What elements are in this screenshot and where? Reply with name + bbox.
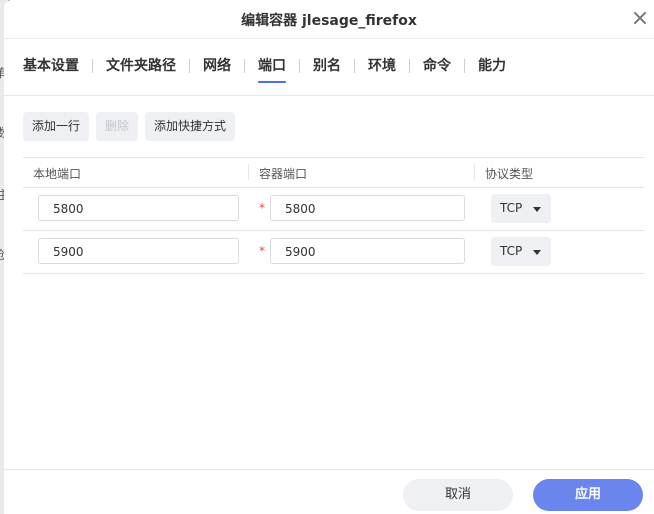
close-icon[interactable] xyxy=(632,10,648,26)
table-header: 本地端口 容器端口 协议类型 xyxy=(23,157,644,188)
dialog-title: 编辑容器 jlesage_firefox xyxy=(241,13,417,29)
header-container-port: 容器端口 xyxy=(259,167,308,181)
cancel-button[interactable]: 取消 xyxy=(403,479,513,511)
divider xyxy=(4,38,654,39)
divider xyxy=(4,95,654,96)
port-table: 本地端口 容器端口 协议类型 5800 * 5800 TCP 5900 * 59… xyxy=(23,157,644,274)
edit-container-dialog: 编辑容器 jlesage_firefox 基本设置 文件夹路径 网络 端口 别名… xyxy=(4,0,654,514)
column-divider xyxy=(474,164,475,180)
chevron-down-icon xyxy=(533,250,541,255)
tab-ports[interactable]: 端口 xyxy=(245,56,299,83)
table-row: 5800 * 5800 TCP xyxy=(23,188,644,231)
active-tab-indicator xyxy=(258,81,286,83)
tab-aliases[interactable]: 别名 xyxy=(300,56,354,76)
container-port-input[interactable]: 5800 xyxy=(270,195,465,221)
tab-network[interactable]: 网络 xyxy=(190,56,244,76)
table-row: 5900 * 5900 TCP xyxy=(23,231,644,274)
protocol-value: TCP xyxy=(500,244,523,258)
protocol-select[interactable]: TCP xyxy=(491,194,551,223)
container-port-input[interactable]: 5900 xyxy=(270,238,465,264)
tab-environment[interactable]: 环境 xyxy=(355,56,409,76)
tab-basic-settings[interactable]: 基本设置 xyxy=(23,56,92,76)
required-mark: * xyxy=(259,244,265,258)
add-row-button[interactable]: 添加一行 xyxy=(23,112,90,141)
local-port-input[interactable]: 5800 xyxy=(38,195,239,221)
column-divider xyxy=(248,164,249,180)
tab-folder-paths[interactable]: 文件夹路径 xyxy=(93,56,189,76)
port-toolbar: 添加一行 删除 添加快捷方式 xyxy=(23,112,236,141)
protocol-select[interactable]: TCP xyxy=(491,237,551,266)
tab-capabilities[interactable]: 能力 xyxy=(465,56,519,76)
delete-button[interactable]: 删除 xyxy=(96,112,139,141)
tab-bar: 基本设置 文件夹路径 网络 端口 别名 环境 命令 能力 xyxy=(23,56,519,83)
protocol-value: TCP xyxy=(500,201,523,215)
header-protocol: 协议类型 xyxy=(485,167,534,181)
local-port-input[interactable]: 5900 xyxy=(38,238,239,264)
add-shortcut-button[interactable]: 添加快捷方式 xyxy=(145,112,236,141)
chevron-down-icon xyxy=(533,207,541,212)
header-local-port: 本地端口 xyxy=(33,167,82,181)
tab-command[interactable]: 命令 xyxy=(410,56,464,76)
required-mark: * xyxy=(259,201,265,215)
divider xyxy=(4,469,654,470)
apply-button[interactable]: 应用 xyxy=(533,479,643,511)
